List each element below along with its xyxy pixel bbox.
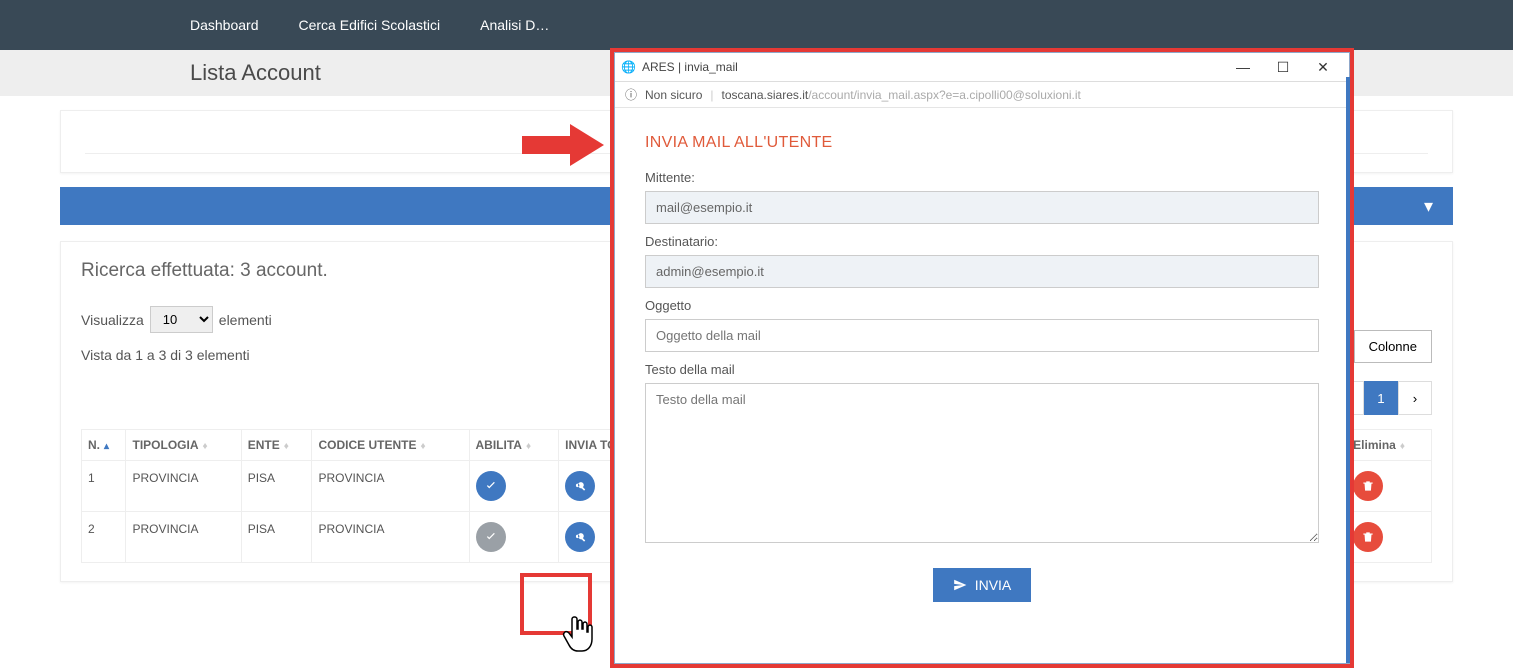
- paper-plane-icon: [953, 578, 967, 592]
- annotation-arrow: [522, 124, 606, 166]
- address-bar[interactable]: ⓘ Non sicuro | toscana.siares.it/account…: [615, 82, 1349, 108]
- pagesize-select[interactable]: 10: [150, 306, 213, 333]
- destinatario-input[interactable]: [645, 255, 1319, 288]
- nav-analisi[interactable]: Analisi D…: [480, 17, 549, 33]
- col-codice-utente[interactable]: CODICE UTENTE♦: [312, 430, 469, 461]
- mittente-input[interactable]: [645, 191, 1319, 224]
- insecure-label: Non sicuro: [645, 88, 702, 102]
- mittente-label: Mittente:: [645, 170, 1319, 185]
- testo-textarea[interactable]: [645, 383, 1319, 543]
- invia-token-button[interactable]: [565, 471, 595, 501]
- columns-button[interactable]: Colonne: [1354, 330, 1432, 363]
- pager-page-1[interactable]: 1: [1364, 381, 1398, 415]
- form-title: INVIA MAIL ALL'UTENTE: [645, 134, 1319, 152]
- col-tipologia[interactable]: TIPOLOGIA♦: [126, 430, 241, 461]
- window-minimize-button[interactable]: —: [1223, 55, 1263, 79]
- chevron-down-icon: ▾: [1424, 196, 1433, 217]
- invia-token-button[interactable]: [565, 522, 595, 552]
- pager-next[interactable]: ›: [1398, 381, 1432, 415]
- url-path: /account/invia_mail.aspx?e=a.cipolli00@s…: [808, 88, 1081, 102]
- col-ente[interactable]: ENTE♦: [241, 430, 312, 461]
- destinatario-label: Destinatario:: [645, 234, 1319, 249]
- navbar: Dashboard Cerca Edifici Scolastici Anali…: [0, 0, 1513, 50]
- annotation-box-email-button: [520, 573, 592, 635]
- window-maximize-button[interactable]: ☐: [1263, 55, 1303, 79]
- cell-n: 2: [82, 512, 126, 563]
- oggetto-input[interactable]: [645, 319, 1319, 352]
- nav-dashboard[interactable]: Dashboard: [190, 17, 259, 33]
- col-n[interactable]: N.▴: [82, 430, 126, 461]
- testo-label: Testo della mail: [645, 362, 1319, 377]
- col-elimina[interactable]: Elimina♦: [1347, 430, 1432, 461]
- cell-n: 1: [82, 461, 126, 512]
- cell-ente: PISA: [241, 461, 312, 512]
- delete-button[interactable]: [1353, 471, 1383, 501]
- cell-ente: PISA: [241, 512, 312, 563]
- invia-mail-window: 🌐 ARES | invia_mail — ☐ ✕ ⓘ Non sicuro |…: [614, 52, 1350, 664]
- pagesize-pre: Visualizza: [81, 312, 144, 328]
- info-icon: ⓘ: [625, 86, 637, 103]
- window-title: ARES | invia_mail: [642, 60, 738, 74]
- table-info: Vista da 1 a 3 di 3 elementi: [81, 347, 272, 363]
- abilita-button[interactable]: [476, 471, 506, 501]
- globe-icon: 🌐: [621, 60, 636, 74]
- cursor-hand-icon: [560, 615, 596, 655]
- url-host: toscana.siares.it: [722, 88, 809, 102]
- col-abilita[interactable]: ABILITA♦: [469, 430, 559, 461]
- pagesize-post: elementi: [219, 312, 272, 328]
- nav-cerca-edifici[interactable]: Cerca Edifici Scolastici: [299, 17, 441, 33]
- cell-codice: PROVINCIA: [312, 512, 469, 563]
- window-close-button[interactable]: ✕: [1303, 55, 1343, 79]
- delete-button[interactable]: [1353, 522, 1383, 552]
- window-titlebar: 🌐 ARES | invia_mail — ☐ ✕: [615, 53, 1349, 82]
- invia-button[interactable]: INVIA: [933, 568, 1032, 602]
- cell-tipologia: PROVINCIA: [126, 461, 241, 512]
- cell-tipologia: PROVINCIA: [126, 512, 241, 563]
- abilita-button[interactable]: [476, 522, 506, 552]
- cell-codice: PROVINCIA: [312, 461, 469, 512]
- oggetto-label: Oggetto: [645, 298, 1319, 313]
